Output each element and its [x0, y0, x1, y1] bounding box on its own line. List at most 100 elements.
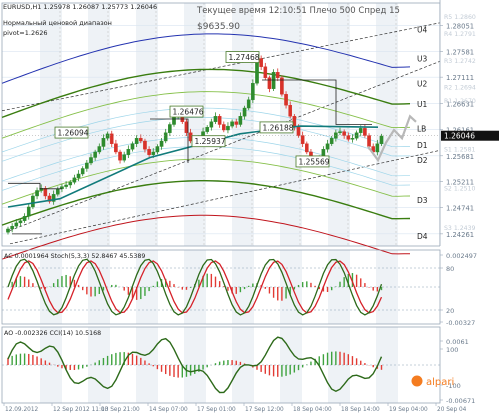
price-callout-label: 1.26094	[58, 129, 89, 138]
price-tick-label: 1.28051	[446, 22, 474, 30]
candle-body	[18, 220, 23, 224]
candle-body	[342, 131, 346, 136]
price-callout-label: 1.27468	[229, 53, 260, 62]
candle-body	[76, 173, 81, 179]
candle-body	[43, 188, 48, 197]
time-tick-label: 20 Sep 04	[437, 407, 467, 413]
candle-body	[10, 226, 14, 230]
time-tick-label: 18 Sep 04:00	[293, 407, 332, 413]
symbol-header: EURUSD,H1 1.25978 1.26087 1.25773 1.2604…	[3, 3, 157, 11]
time-tick-label: 18 Sep 14:00	[341, 407, 380, 413]
candle-body	[163, 132, 168, 142]
candle-body	[97, 146, 102, 153]
panel-tick-label: 100	[446, 346, 458, 354]
candle-body	[209, 121, 214, 128]
candle-body	[155, 146, 160, 153]
pivot-level-label: S2 1.2510	[444, 186, 476, 193]
candle-body	[238, 116, 243, 125]
band-level-u4: U4	[417, 25, 427, 34]
price-tick-label: 1.24261	[446, 231, 474, 239]
candle-body	[217, 116, 222, 125]
panel-tick-label: -0.00327	[446, 319, 475, 327]
time-tick-label: 17 Sep 12:00	[245, 407, 284, 413]
candle-body	[346, 135, 351, 140]
panel-title: AC 0.0001964 Stoch(5,3,3) 52.8467 45.538…	[4, 253, 145, 260]
candle-body	[101, 138, 106, 147]
candle-body	[230, 121, 234, 127]
candle-body	[325, 143, 330, 150]
candle-body	[143, 140, 147, 150]
panel-tick-label: 80	[446, 265, 454, 273]
candle-body	[168, 124, 172, 133]
panel-tick-label: 0.002497	[446, 252, 477, 260]
band-level-u3: U3	[417, 55, 427, 64]
candle-body	[68, 182, 73, 186]
candle-body	[130, 143, 135, 150]
candle-body	[35, 190, 39, 197]
band-level-u1: U1	[417, 100, 427, 109]
candle-body	[72, 177, 77, 183]
price-callout-label: 1.25937	[195, 137, 226, 146]
candle-body	[6, 228, 10, 233]
time-tick-label: 19 Sep 04:00	[389, 407, 428, 413]
candle-body	[271, 72, 276, 89]
pivot-level-label: R5 1.2860	[444, 14, 476, 21]
price-tick-label: 1.25681	[446, 153, 474, 161]
balance: $9635.90	[197, 22, 240, 32]
time-tick-label: 17 Sep 01:00	[197, 407, 236, 413]
candle-body	[259, 58, 263, 67]
session-band	[40, 3, 62, 246]
candle-body	[329, 138, 334, 144]
candle-body	[172, 116, 176, 125]
candle-body	[367, 135, 371, 147]
current-price-label: 1.26046	[444, 132, 475, 141]
pivot-level-label: R2 1.2694	[444, 85, 476, 92]
panel-title: AO -0.002326 CCI(14) 10.5168	[4, 330, 101, 337]
candle-body	[122, 154, 126, 161]
candle-body	[275, 72, 280, 78]
pivot-level-label: R3 1.2742	[444, 58, 476, 65]
candle-body	[22, 216, 27, 221]
candle-body	[213, 116, 218, 122]
top-info: Текущее время 12:10:51 Плечо 500 Спред 1…	[196, 6, 400, 16]
price-callout-label: 1.26476	[173, 108, 204, 117]
price-callout-label: 1.25569	[299, 157, 330, 166]
band-level-d3: D3	[417, 196, 428, 205]
candle-body	[109, 133, 114, 144]
candle-body	[147, 149, 151, 155]
pivot-value: pivot=1.2626	[3, 29, 48, 37]
band-level-d2: D2	[417, 156, 428, 165]
candle-body	[267, 77, 272, 89]
panel-tick-label: -0.00671	[446, 397, 475, 405]
candle-body	[159, 140, 164, 147]
candle-body	[114, 143, 118, 153]
band-level-d4: D4	[417, 232, 428, 241]
candle-body	[251, 83, 255, 100]
candle-body	[93, 151, 97, 158]
candle-body	[358, 128, 363, 133]
candle-body	[221, 124, 226, 131]
band-level-lb: LB	[417, 124, 426, 133]
candle-body	[288, 105, 293, 117]
candle-body	[118, 151, 122, 161]
candle-body	[134, 138, 139, 144]
time-tick-label: 12.09.2012	[5, 407, 39, 413]
candle-body	[246, 99, 251, 109]
pivot-level-label: R1 1.2670	[444, 98, 476, 105]
candle-body	[363, 128, 367, 136]
alpari-logo-text: alpari	[426, 377, 454, 388]
candle-body	[64, 184, 68, 187]
session-band	[88, 3, 110, 246]
time-tick-label: 13 Sep 21:00	[101, 407, 140, 413]
candle-body	[85, 162, 89, 169]
candle-body	[350, 138, 355, 140]
candle-body	[305, 143, 309, 153]
candle-body	[205, 127, 210, 132]
candle-body	[31, 195, 35, 208]
candle-body	[89, 157, 93, 164]
candle-body	[242, 107, 247, 117]
panel-tick-label: 0.0061	[446, 338, 469, 346]
alpari-logo: alpari	[411, 375, 454, 388]
price-callout-label: 1.26188	[263, 123, 294, 132]
candle-body	[284, 94, 288, 106]
